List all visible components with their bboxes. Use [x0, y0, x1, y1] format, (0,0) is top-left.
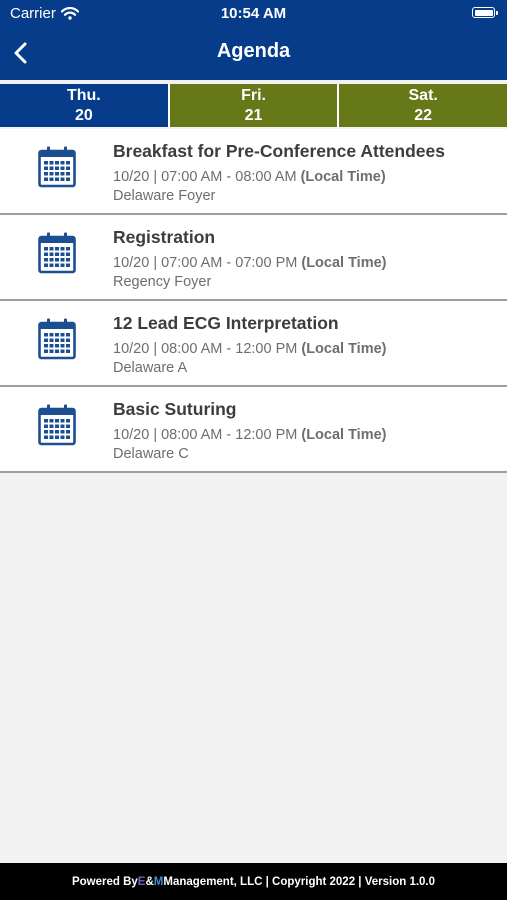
timezone-label: (Local Time) [301, 341, 387, 357]
time-range: 10/20 | 07:00 AM - 08:00 AM [113, 169, 301, 185]
agenda-item-title: 12 Lead ECG Interpretation [113, 313, 339, 333]
calendar-icon [38, 318, 76, 360]
battery-icon [472, 7, 498, 18]
agenda-item-title: Registration [113, 227, 216, 247]
status-bar: Carrier 10:54 AM [0, 0, 507, 28]
agenda-item-time: 10/20 | 08:00 AM - 12:00 PM (Local Time) [113, 341, 387, 357]
tab-saturday[interactable]: Sat. 22 [339, 84, 507, 127]
agenda-item-time: 10/20 | 07:00 AM - 08:00 AM (Local Time) [113, 169, 386, 185]
agenda-item-location: Delaware A [113, 360, 188, 376]
tab-date-label: 21 [244, 106, 263, 124]
agenda-item-time: 10/20 | 08:00 AM - 12:00 PM (Local Time) [113, 427, 387, 443]
calendar-icon [38, 404, 76, 446]
agenda-item-location: Delaware C [113, 446, 189, 462]
calendar-icon [38, 146, 76, 188]
tab-thursday[interactable]: Thu. 20 [0, 84, 168, 127]
page-title: Agenda [216, 40, 291, 62]
tab-day-label: Sat. [408, 86, 438, 104]
time-range: 10/20 | 08:00 AM - 12:00 PM [113, 341, 302, 357]
day-tabs: Thu. 20 Fri. 21 Sat. 22 [0, 84, 507, 127]
tab-friday[interactable]: Fri. 21 [169, 84, 338, 127]
agenda-item[interactable]: 12 Lead ECG Interpretation 10/20 | 08:00… [0, 301, 507, 387]
agenda-item[interactable]: Registration 10/20 | 07:00 AM - 07:00 PM… [0, 215, 507, 301]
timezone-label: (Local Time) [300, 169, 386, 185]
footer-prefix: Powered By [71, 875, 138, 888]
nav-header: Carrier 10:54 AM Agenda [0, 0, 507, 80]
timezone-label: (Local Time) [301, 255, 387, 271]
agenda-item-title: Breakfast for Pre-Conference Attendees [113, 141, 445, 161]
timezone-label: (Local Time) [301, 427, 387, 443]
tab-day-label: Fri. [241, 86, 266, 104]
brand-e: E [137, 875, 146, 888]
agenda-item-location: Regency Foyer [113, 274, 212, 290]
agenda-item[interactable]: Breakfast for Pre-Conference Attendees 1… [0, 129, 507, 215]
time-range: 10/20 | 08:00 AM - 12:00 PM [113, 427, 302, 443]
agenda-item-time: 10/20 | 07:00 AM - 07:00 PM (Local Time) [113, 255, 387, 271]
time-range: 10/20 | 07:00 AM - 07:00 PM [113, 255, 302, 271]
calendar-icon [38, 232, 76, 274]
tab-date-label: 22 [414, 106, 433, 124]
tab-date-label: 20 [74, 106, 93, 124]
footer-suffix: Management, LLC | Copyright 2022 | Versi… [163, 875, 436, 888]
footer: Powered By E & M Management, LLC | Copyrig… [0, 863, 507, 900]
brand-amp: & [145, 875, 154, 888]
agenda-list: Breakfast for Pre-Conference Attendees 1… [0, 129, 507, 473]
brand-m: M [153, 875, 164, 888]
agenda-item-title: Basic Suturing [113, 399, 237, 419]
agenda-item-location: Delaware Foyer [113, 188, 216, 204]
status-time: 10:54 AM [220, 5, 287, 22]
agenda-item[interactable]: Basic Suturing 10/20 | 08:00 AM - 12:00 … [0, 387, 507, 473]
tab-day-label: Thu. [66, 86, 101, 104]
